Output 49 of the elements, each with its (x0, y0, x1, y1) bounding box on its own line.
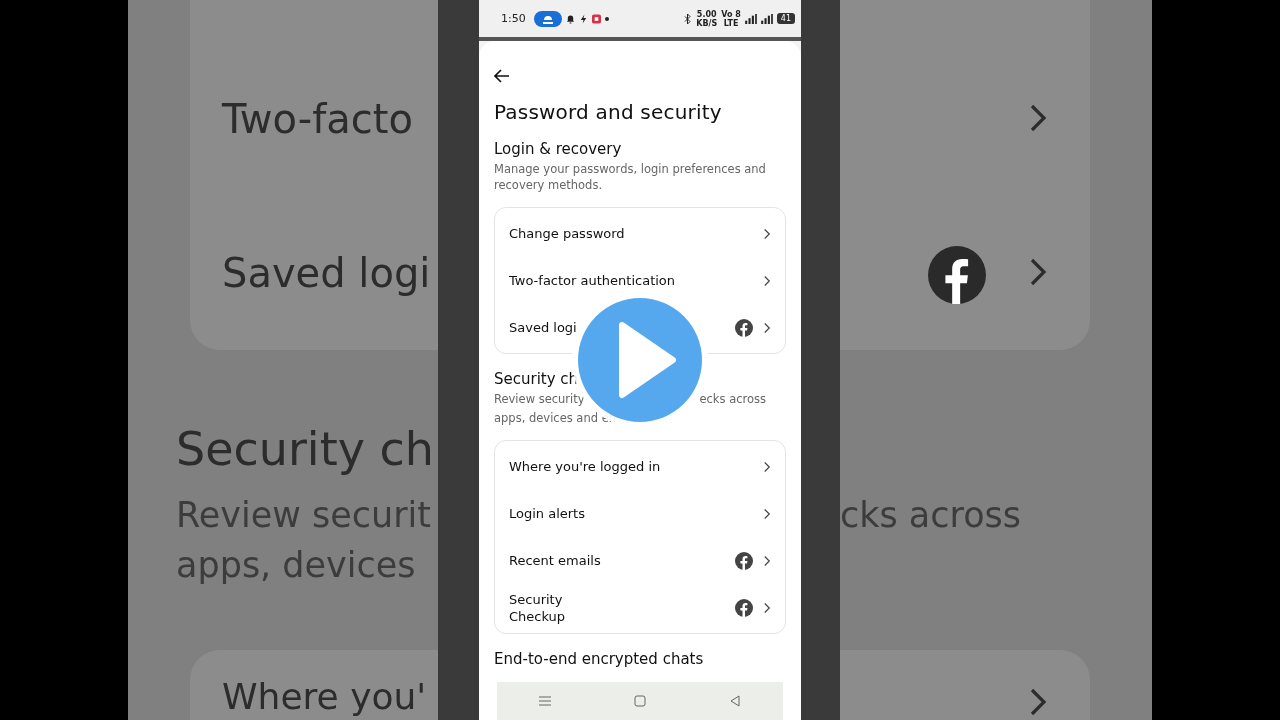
home-square-icon[interactable] (634, 695, 646, 707)
chevron-right-icon (763, 227, 771, 240)
speed-text: 5.00 (696, 9, 717, 19)
settings-row[interactable]: Login alerts (495, 490, 785, 537)
settings-row[interactable]: Two-factor authentication (495, 257, 785, 304)
app-icon (591, 13, 601, 24)
chevron-right-icon (763, 274, 771, 287)
section-description: Review security (494, 391, 585, 407)
signal-icon (744, 13, 757, 24)
settings-row[interactable]: Security Checkup (495, 584, 785, 631)
chevron-right-icon (763, 321, 771, 334)
settings-row[interactable]: Change password (495, 210, 785, 257)
bell-icon (565, 13, 575, 24)
chevron-right-icon (1028, 256, 1048, 288)
status-time: 1:50 (501, 12, 526, 25)
section-description: apps, devices and en (494, 411, 617, 425)
backdrop-text: Where you' (222, 676, 427, 718)
bolt-icon (578, 13, 588, 24)
section-title: Security ch (494, 370, 580, 388)
settings-row[interactable]: Where you're logged in (495, 443, 785, 490)
section-description: Manage your passwords, login preferences and recovery methods. (494, 161, 767, 193)
backdrop-text: Security ch (176, 422, 434, 476)
backdrop-text: Two-facto (222, 96, 413, 142)
network-text: LTE (723, 18, 739, 28)
chevron-right-icon (763, 554, 771, 567)
backdrop-text: apps, devices (176, 545, 416, 585)
chevron-right-icon (763, 460, 771, 473)
section-title: End-to-end encrypted chats (494, 650, 705, 668)
backdrop-text: Saved logi (222, 250, 431, 296)
backdrop-text: Review securit (176, 495, 432, 535)
section-description: ecks across (699, 391, 766, 407)
menu-icon[interactable] (538, 695, 551, 707)
speed-unit-text: KB/S (696, 18, 718, 28)
bluetooth-icon (683, 13, 693, 24)
page-title: Password and security (494, 100, 723, 124)
settings-row[interactable]: Recent emails (495, 537, 785, 584)
hotspot-icon (533, 10, 562, 27)
back-triangle-icon[interactable] (729, 695, 742, 707)
section-title: Login & recovery (494, 140, 623, 158)
signal-icon (760, 13, 773, 24)
chevron-right-icon (1028, 686, 1048, 718)
chevron-right-icon (1028, 102, 1048, 134)
battery-indicator: 41 (776, 13, 795, 24)
volte-text: Vo 8 (721, 9, 741, 19)
backdrop-text: cks across (840, 495, 1022, 535)
dot-icon (604, 16, 609, 21)
chevron-right-icon (763, 601, 771, 614)
chevron-right-icon (763, 507, 771, 520)
back-arrow-icon[interactable] (494, 69, 510, 83)
